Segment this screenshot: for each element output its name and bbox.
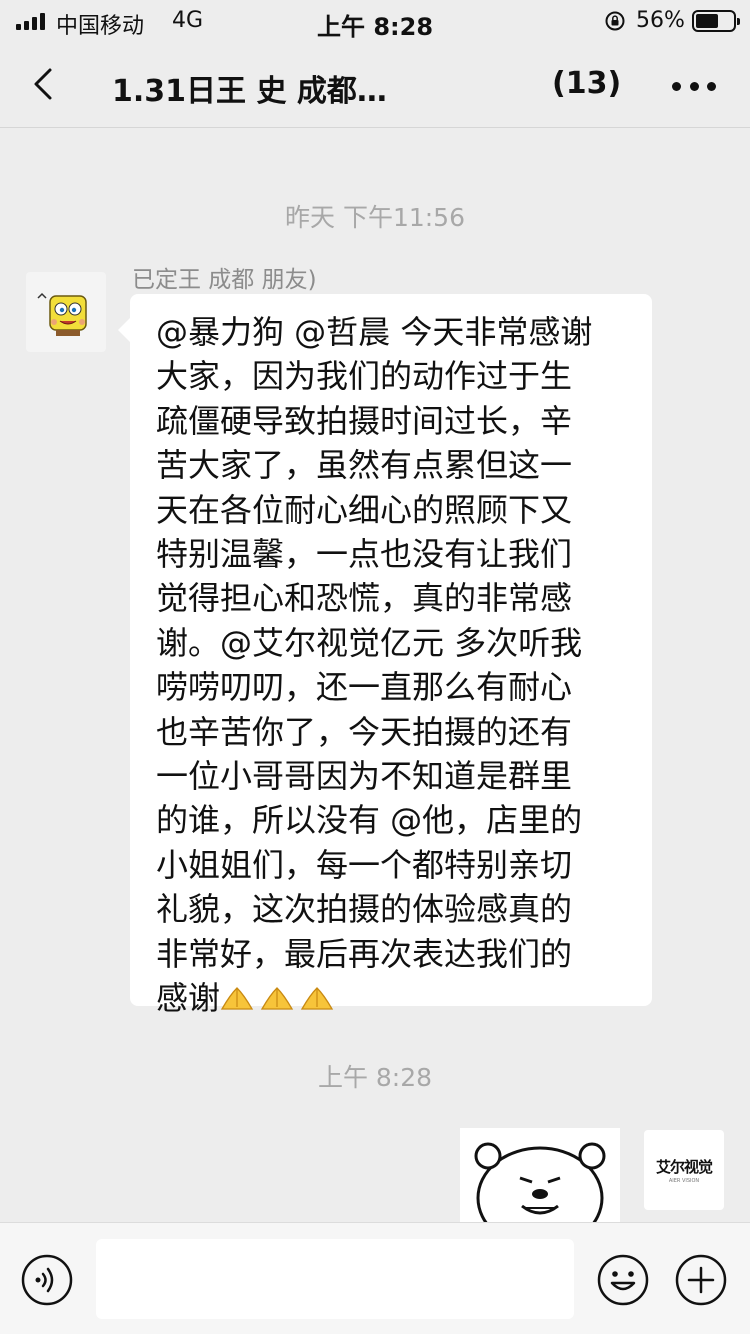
- emoji-icon[interactable]: [596, 1253, 650, 1307]
- message-timestamp: 上午 8:28: [317, 1063, 433, 1092]
- sponge-character-icon: [37, 292, 87, 336]
- voice-icon[interactable]: [20, 1253, 74, 1307]
- avatar-logo-text: 艾尔视觉: [655, 1158, 713, 1176]
- battery-percent: 56%: [636, 8, 685, 33]
- input-bar: [0, 1222, 750, 1334]
- bear-face-icon: [474, 1142, 606, 1228]
- message-line: 唠唠叨叨，还一直那么有耐心: [156, 668, 573, 707]
- message-line: 天在各位耐心细心的照顾下又: [156, 490, 573, 529]
- chat-header: 1.31日王 史 成都… (13): [0, 44, 750, 128]
- message-line: 特别温馨，一点也没有让我们: [156, 535, 573, 574]
- pray-emoji-icon: [300, 987, 334, 1010]
- avatar-logo-subtext: AIER VISION: [668, 1178, 700, 1184]
- rotation-lock-icon: [605, 11, 625, 31]
- message-last-line: 感谢: [156, 976, 628, 1020]
- plus-icon[interactable]: [674, 1253, 728, 1307]
- bear-sticker[interactable]: [460, 1128, 620, 1228]
- message-line: 觉得担心和恐慌，真的非常感: [156, 579, 573, 618]
- message-line: 一位小哥哥因为不知道是群里: [156, 757, 573, 796]
- message-last-text: 感谢: [156, 979, 221, 1018]
- more-dots-icon[interactable]: [672, 68, 716, 104]
- message-timestamp: 昨天 下午11:56: [285, 203, 465, 232]
- sender-avatar[interactable]: [26, 272, 106, 352]
- bubble-tail: [118, 318, 130, 342]
- chat-title: 1.31日王 史 成都…: [112, 74, 387, 109]
- message-line: 大家，因为我们的动作过于生: [156, 357, 573, 396]
- message-line: 礼貌，这次拍摄的体验感真的: [156, 890, 573, 929]
- message-line: 小姐姐们，每一个都特别亲切: [156, 845, 573, 884]
- message-line: 也辛苦你了，今天拍摄的还有: [156, 712, 573, 751]
- my-avatar[interactable]: 艾尔视觉 AIER VISION: [644, 1130, 724, 1210]
- back-arrow-icon[interactable]: [22, 62, 66, 106]
- pray-emoji-icon: [220, 987, 254, 1010]
- message-line: 苦大家了，虽然有点累但这一: [156, 446, 573, 485]
- sender-name: 已定王 成都 朋友): [132, 267, 317, 293]
- pray-emoji-icon: [260, 987, 294, 1010]
- message-line: 疏僵硬导致拍摄时间过长，辛: [156, 401, 573, 440]
- battery-icon: [692, 10, 740, 32]
- message-line: 的谁，所以没有 @他，店里的: [156, 801, 583, 840]
- member-count: (13): [552, 66, 622, 101]
- message-bubble[interactable]: @暴力狗 @哲晨 今天非常感谢 大家，因为我们的动作过于生 疏僵硬导致拍摄时间过…: [118, 294, 652, 1017]
- message-line: 非常好，最后再次表达我们的: [156, 934, 573, 973]
- message-line: 谢。@艾尔视觉亿元 多次听我: [156, 623, 583, 662]
- status-bar: 中国移动 4G 上午 8:28 56%: [0, 0, 750, 44]
- message-line: @暴力狗 @哲晨 今天非常感谢: [156, 313, 593, 351]
- message-input[interactable]: [96, 1239, 574, 1319]
